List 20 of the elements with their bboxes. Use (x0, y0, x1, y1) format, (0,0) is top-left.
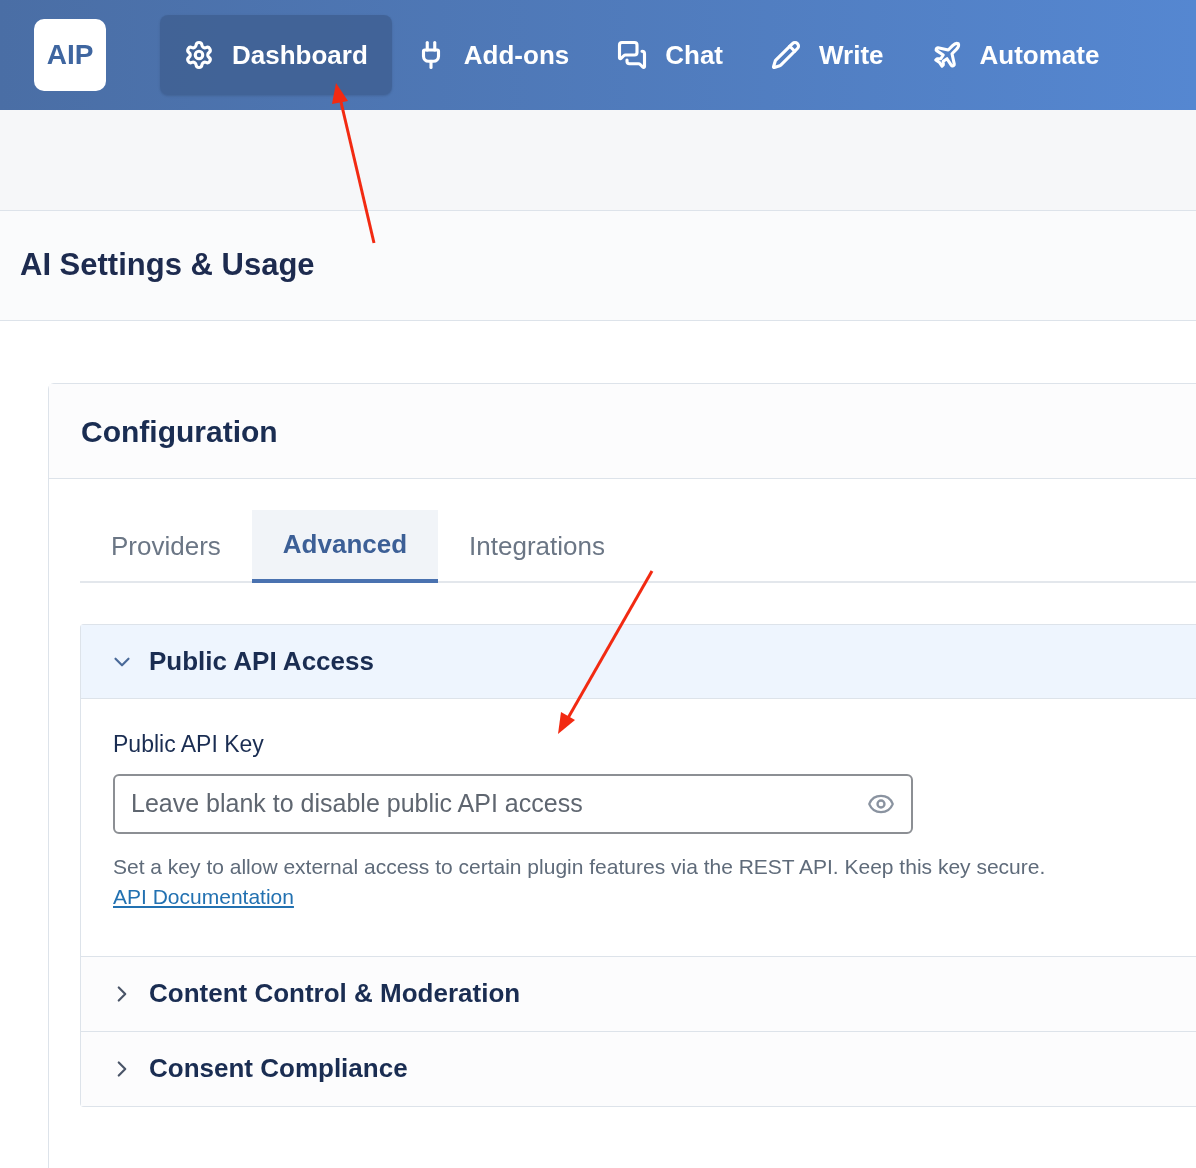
api-key-field[interactable]: Leave blank to disable public API access (113, 773, 913, 834)
nav-tab[interactable]: Add-ons (391, 15, 594, 95)
nav-tab[interactable]: Chat (593, 15, 747, 95)
help-text: Set a key to allow external access to certain plugin features via the REST API. Keep this key secure. (113, 853, 1047, 880)
airplane-icon (931, 40, 962, 70)
logo[interactable]: AIP (34, 19, 106, 91)
gear-icon (184, 40, 214, 70)
documentation-link[interactable]: API Documentation (113, 884, 294, 908)
nav-tab[interactable]: Automate (907, 15, 1124, 95)
page-title: AI Settings & Usage (20, 246, 315, 285)
tab[interactable]: Integrations (438, 510, 636, 583)
nav-tab[interactable]: Write (747, 15, 908, 95)
chat-bubbles-icon (617, 40, 648, 70)
tab[interactable]: Providers (80, 510, 252, 583)
accordion-header[interactable]: Public API Access (81, 625, 1196, 699)
tab[interactable]: Advanced (251, 510, 439, 583)
pencil-icon (771, 40, 801, 70)
field-label: Public API Key (113, 730, 265, 759)
nav-tab[interactable]: Dashboard (160, 15, 392, 95)
card-title: Configuration (81, 413, 278, 450)
